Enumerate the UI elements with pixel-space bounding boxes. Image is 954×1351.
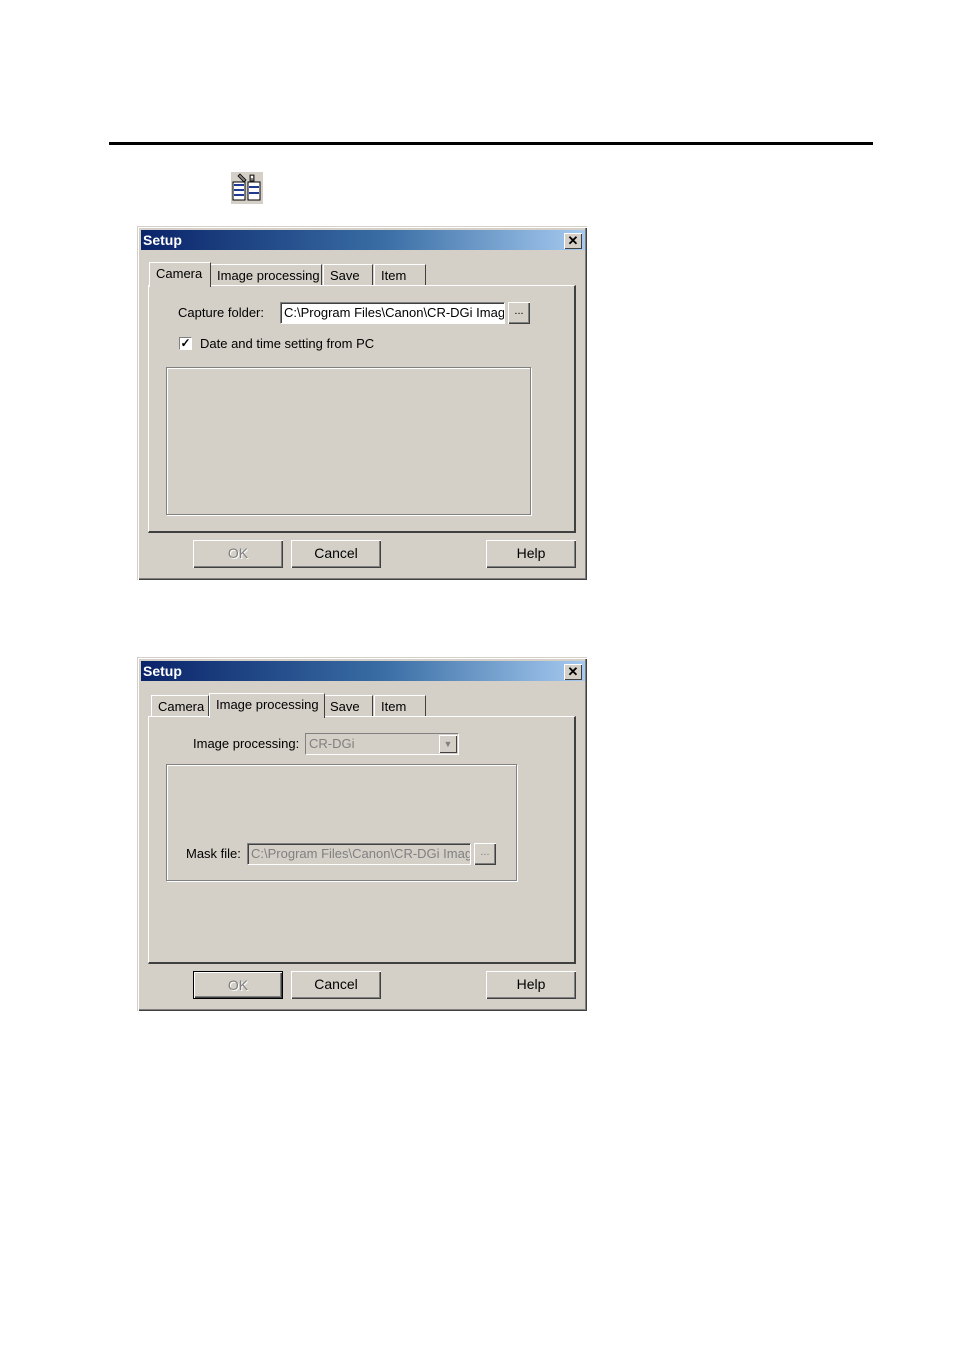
tab-item[interactable]: Item <box>374 264 426 286</box>
image-processing-select[interactable]: CR-DGi ▼ <box>305 733 459 755</box>
setup-dialog-image-processing: Setup ✕ Camera Image processing Save Ite… <box>137 657 587 1011</box>
date-time-checkbox[interactable]: ✓ <box>179 337 192 350</box>
mask-file-input[interactable]: C:\Program Files\Canon\CR-DGi Imag <box>247 843 471 865</box>
close-button[interactable]: ✕ <box>564 664 582 680</box>
ok-button[interactable]: OK <box>193 540 283 568</box>
help-button[interactable]: Help <box>486 540 576 568</box>
tab-item[interactable]: Item <box>374 695 426 717</box>
setup-dialog-camera: Setup ✕ Camera Image processing Save Ite… <box>137 226 587 580</box>
capture-folder-label: Capture folder: <box>178 305 264 320</box>
ok-button[interactable]: OK <box>193 971 283 999</box>
tab-camera[interactable]: Camera <box>149 262 211 287</box>
help-button[interactable]: Help <box>486 971 576 999</box>
cancel-button[interactable]: Cancel <box>291 540 381 568</box>
mask-file-label: Mask file: <box>186 846 241 861</box>
dialog-title: Setup <box>143 663 182 679</box>
header-rule <box>109 142 873 145</box>
tab-image-processing[interactable]: Image processing <box>209 693 325 718</box>
close-button[interactable]: ✕ <box>564 233 582 249</box>
browse-button[interactable]: ... <box>508 302 530 324</box>
capture-folder-input[interactable]: C:\Program Files\Canon\CR-DGi Imag <box>280 302 505 324</box>
tab-image-processing[interactable]: Image processing <box>210 264 322 286</box>
image-processing-value: CR-DGi <box>309 736 355 751</box>
chevron-down-icon[interactable]: ▼ <box>439 735 457 753</box>
mask-browse-button[interactable]: ... <box>474 843 496 865</box>
date-time-checkbox-label: Date and time setting from PC <box>200 336 375 351</box>
cancel-button[interactable]: Cancel <box>291 971 381 999</box>
title-bar[interactable]: Setup ✕ <box>141 230 585 250</box>
tab-save[interactable]: Save <box>323 695 373 717</box>
title-bar[interactable]: Setup ✕ <box>141 661 585 681</box>
tab-camera[interactable]: Camera <box>151 695 209 717</box>
setup-tool-icon[interactable] <box>231 172 263 204</box>
dialog-title: Setup <box>143 232 182 248</box>
image-processing-label: Image processing: <box>193 736 300 751</box>
camera-groupbox <box>166 367 531 515</box>
tab-save[interactable]: Save <box>323 264 373 286</box>
